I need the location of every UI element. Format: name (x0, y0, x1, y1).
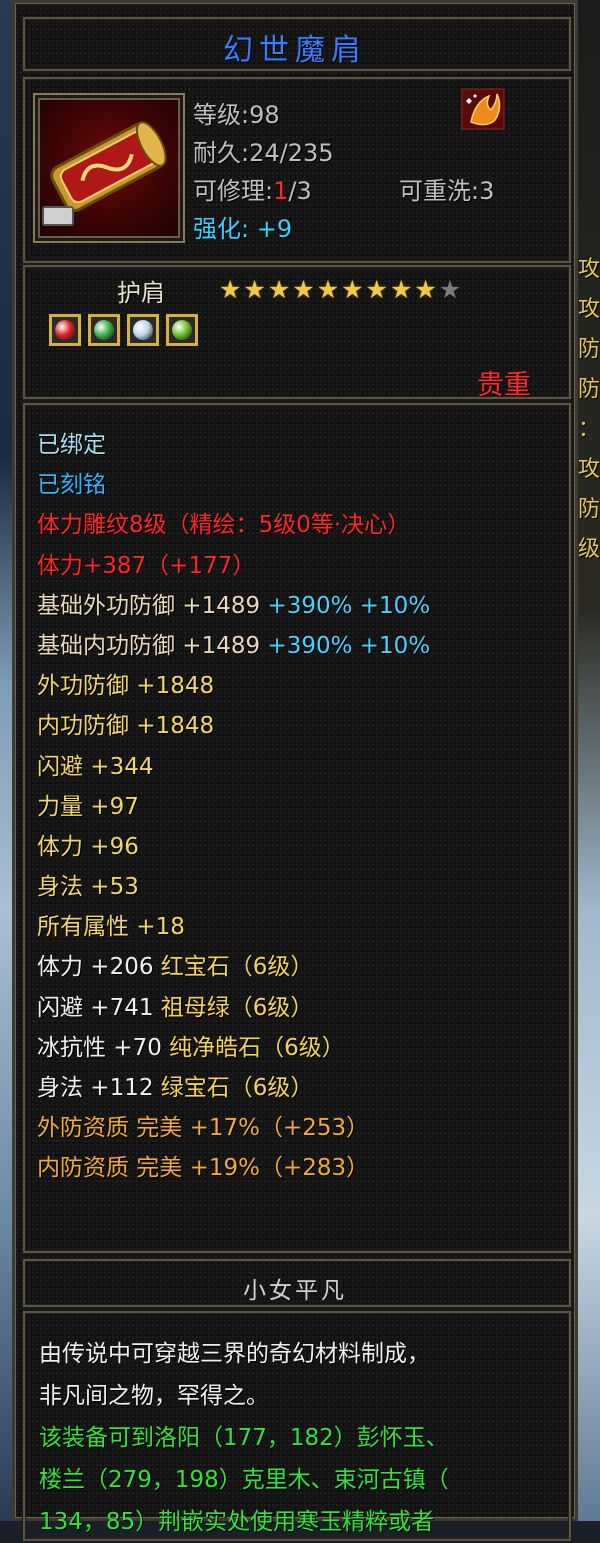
item-repair-count: 可修理:1/3 (193, 177, 312, 205)
star-filled-icon: ★ (292, 275, 315, 304)
attribute-line: 力量 +97 (37, 787, 430, 827)
item-level: 等级:98 (193, 101, 280, 129)
attribute-line: 已刻铭 (37, 465, 430, 505)
description-line: 非凡间之物，罕得之。 (39, 1383, 269, 1409)
item-name: 幻世魔肩 (223, 33, 367, 68)
background-glyph: ： (578, 417, 600, 442)
attribute-line: 身法 +112 绿宝石（6级） (37, 1068, 430, 1108)
attribute-text: 基础外功防御 +1489 (37, 592, 268, 619)
background-glyph: 攻 (578, 257, 600, 282)
attribute-line: 体力 +96 (37, 827, 430, 867)
description-line: 该装备可到洛阳（177，182）彭怀玉、 (39, 1425, 449, 1451)
attribute-line: 身法 +53 (37, 867, 430, 907)
red-gem-icon[interactable] (49, 314, 81, 346)
star-filled-icon: ★ (389, 275, 413, 304)
attribute-text: +390% +10% (267, 632, 431, 659)
attribute-text: 所有属性 +18 (37, 914, 185, 941)
attribute-text: 绿宝石（6级） (160, 1075, 314, 1101)
attribute-line: 体力 +206 红宝石（6级） (37, 947, 430, 987)
item-rewash-count: 可重洗:3 (399, 177, 495, 205)
item-type: 护肩 (117, 279, 165, 307)
ice-gem-icon[interactable] (127, 314, 159, 346)
attribute-text: 内功防御 +1848 (37, 713, 215, 740)
attribute-text: 祖母绿（6级） (160, 994, 314, 1021)
green-leaf-gem-icon[interactable] (88, 314, 120, 346)
attribute-line: 冰抗性 +70 纯净皓石（6级） (37, 1028, 430, 1068)
attribute-line: 基础内功防御 +1489 +390% +10% (37, 626, 430, 666)
fire-phoenix-badge-icon (461, 88, 505, 130)
attribute-text: +390% +10% (267, 592, 431, 619)
item-rarity: 贵重 (477, 370, 531, 401)
attribute-line: 内功防御 +1848 (37, 706, 430, 746)
description-line: 楼兰（279，198）克里木、束河古镇（ (39, 1467, 449, 1493)
gem-slots (49, 314, 198, 346)
attribute-text: 内防资质 完美 +19%（+283） (37, 1155, 370, 1182)
attribute-text: 体力+387（+177） (37, 552, 256, 579)
item-description: 由传说中可穿越三界的奇幻材料制成， 非凡间之物，罕得之。该装备可到洛阳（177，1… (39, 1333, 559, 1543)
item-owner: 小女平凡 (243, 1278, 347, 1304)
background-glyph: 防 (578, 377, 600, 402)
attribute-text: 基础内功防御 +1489 (37, 632, 268, 659)
attribute-text: 力量 +97 (37, 793, 139, 820)
attribute-line: 外功防御 +1848 (37, 666, 430, 706)
background-glyph: 级 (578, 537, 600, 562)
description-line: 134，85）荆嵌实处使用寒玉精粹或者 (39, 1509, 435, 1535)
background-stat-panel-glyphs: 攻攻防防：攻防级 (578, 250, 600, 570)
attribute-text: 体力雕纹8级（精绘：5级0等·决心） (37, 512, 411, 539)
attribute-text: 红宝石（6级） (160, 954, 314, 981)
attribute-text: 身法 +53 (37, 874, 139, 901)
attribute-text: 纯净皓石（6级） (169, 1034, 345, 1061)
attribute-text: 外防资质 完美 +17%（+253） (37, 1115, 370, 1142)
attribute-text: 体力 +206 (37, 954, 161, 981)
star-empty-icon: ★ (438, 275, 462, 304)
attribute-line: 已绑定 (37, 425, 430, 465)
star-rating: ★ ★ ★ ★ ★ ★ ★ ★ ★ ★ (219, 277, 461, 302)
background-glyph: 防 (578, 497, 600, 522)
background-glyph: 防 (578, 337, 600, 362)
attribute-line: 体力+387（+177） (37, 546, 430, 586)
attribute-line: 体力雕纹8级（精绘：5级0等·决心） (37, 505, 430, 545)
star-filled-icon: ★ (365, 275, 388, 304)
shoulder-armor-icon (42, 121, 167, 226)
item-tooltip: 幻世魔肩 等级:98 耐久:24/235 可修理:1/3 可重洗:3 强化: +… (12, 0, 578, 1541)
attribute-text: 身法 +112 (37, 1075, 161, 1101)
attribute-text: 已刻铭 (37, 472, 106, 499)
background-glyph: 攻 (578, 457, 600, 482)
star-filled-icon: ★ (267, 275, 291, 304)
attribute-line: 外防资质 完美 +17%（+253） (37, 1108, 430, 1148)
attribute-line: 内防资质 完美 +19%（+283） (37, 1148, 430, 1188)
attribute-text: 冰抗性 +70 (37, 1034, 170, 1061)
description-line: 由传说中可穿越三界的奇幻材料制成， (39, 1341, 430, 1367)
star-filled-icon: ★ (341, 275, 364, 304)
attribute-text: 体力 +96 (37, 833, 139, 860)
attribute-line: 所有属性 +18 (37, 907, 430, 947)
jade-gem-icon[interactable] (166, 314, 198, 346)
star-filled-icon: ★ (414, 275, 437, 304)
attribute-text: 已绑定 (37, 432, 106, 458)
attribute-text: 闪避 +344 (37, 753, 154, 780)
item-durability: 耐久:24/235 (193, 139, 334, 167)
star-filled-icon: ★ (316, 275, 340, 304)
attribute-line: 闪避 +344 (37, 747, 430, 787)
item-enhance-level: 强化: +9 (193, 215, 293, 243)
star-filled-icon: ★ (243, 275, 266, 304)
attribute-list: 已绑定已刻铭体力雕纹8级（精绘：5级0等·决心） 体力+387（+177） 基础外功… (37, 425, 430, 1189)
background-glyph: 攻 (578, 297, 600, 322)
item-icon (33, 93, 185, 243)
attribute-text: 闪避 +741 (37, 994, 161, 1021)
attribute-text: 外功防御 +1848 (37, 673, 215, 700)
attribute-line: 闪避 +741 祖母绿（6级） (37, 988, 430, 1028)
star-filled-icon: ★ (219, 275, 242, 304)
attribute-line: 基础外功防御 +1489 +390% +10% (37, 586, 430, 626)
